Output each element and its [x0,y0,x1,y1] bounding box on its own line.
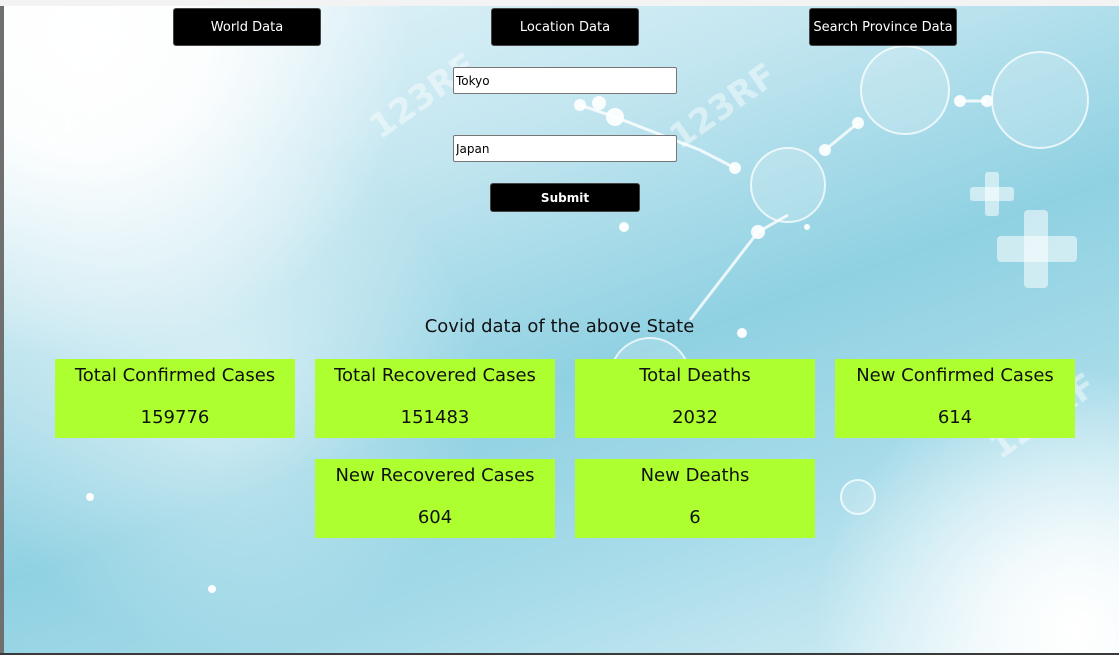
world-data-button[interactable]: World Data [173,8,321,46]
search-province-data-button[interactable]: Search Province Data [809,8,957,46]
stat-card-value: 604 [417,507,453,528]
stat-card-value: 614 [937,407,973,428]
city-input[interactable] [453,67,677,94]
svg-text:123RF: 123RF [27,56,149,158]
top-edge [0,0,1119,6]
stat-card-label: New Recovered Cases [335,465,535,486]
stat-card-label: Total Confirmed Cases [74,365,276,386]
stat-card-new-confirmed: New Confirmed Cases 614 [835,359,1075,438]
country-input[interactable] [453,135,677,162]
stat-card-new-deaths: New Deaths 6 [575,459,815,538]
stat-card-value: 6 [689,507,701,528]
stat-card-label: Total Deaths [639,365,751,386]
stat-card-value: 151483 [400,407,470,428]
svg-text:123RF: 123RF [362,46,484,148]
stat-card-label: Total Recovered Cases [334,365,536,386]
stat-card-total-confirmed: Total Confirmed Cases 159776 [55,359,295,438]
stat-card-value: 159776 [140,407,210,428]
stat-card-label: New Confirmed Cases [856,365,1054,386]
section-title: Covid data of the above State [424,316,695,337]
stat-card-value: 2032 [672,407,718,428]
svg-text:123RF: 123RF [662,56,784,158]
stat-card-label: New Deaths [640,465,750,486]
stat-card-new-recovered: New Recovered Cases 604 [315,459,555,538]
stat-card-total-recovered: Total Recovered Cases 151483 [315,359,555,438]
location-data-button[interactable]: Location Data [491,8,639,46]
stat-card-total-deaths: Total Deaths 2032 [575,359,815,438]
submit-button[interactable]: Submit [490,183,640,212]
